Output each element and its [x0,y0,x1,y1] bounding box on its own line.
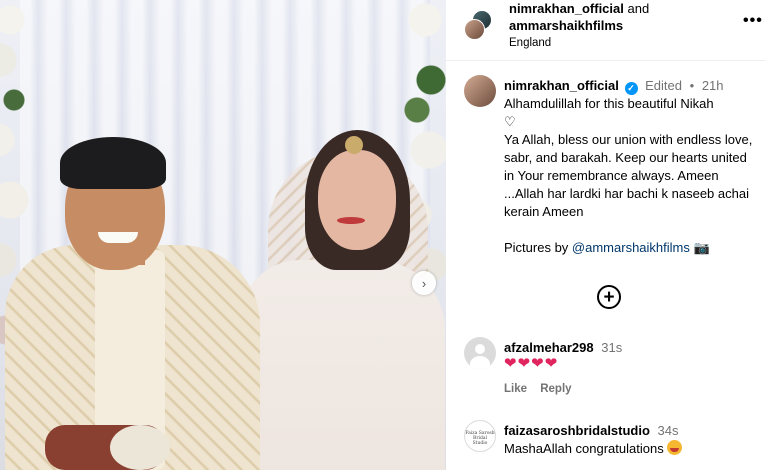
groom-hair [60,137,166,189]
caption-header: nimrakhan_official ✓ Edited • 21h [504,78,724,95]
post-header: nimrakhan_official and ammarshaikhfilms … [446,0,766,61]
comment-time[interactable]: 31s [601,340,622,355]
comment-text-content: MashaAllah congratulations [504,441,664,456]
avatar[interactable] [464,75,496,107]
heart-outline-icon: ♡ [504,114,516,129]
caption-line-1: Alhamdulillah for this beautiful Nikah [504,96,714,111]
comment-text: ❤❤❤❤ [504,355,559,372]
load-more-comments-button[interactable]: + [597,285,621,309]
caption-text: Alhamdulillah for this beautiful Nikah ♡… [504,95,760,257]
header-user-2[interactable]: ammarshaikhfilms [509,18,623,33]
bride-lips [337,217,365,224]
caption-body: Ya Allah, bless our union with endless l… [504,132,756,219]
post-side-panel: nimrakhan_official and ammarshaikhfilms … [446,0,766,470]
separator-dot: • [689,78,695,93]
flower-decor-bottom [110,425,170,470]
credits-prefix: Pictures by [504,240,572,255]
bride-tikka [345,136,363,154]
comment-time[interactable]: 34s [658,423,679,438]
verified-badge-icon: ✓ [624,82,638,95]
reply-button[interactable]: Reply [540,383,571,395]
bride-face [318,150,396,250]
header-joiner: and [627,1,650,16]
carousel-next-button[interactable]: › [412,271,436,295]
heart-eyes-emoji-icon [667,440,683,455]
plus-icon: + [603,286,615,308]
comment-text: MashaAllah congratulations [504,440,683,456]
bride-outfit [240,260,445,470]
more-options-icon[interactable]: ••• [743,12,763,30]
collab-avatars[interactable] [464,10,494,40]
camera-icon: 📷 [693,240,710,255]
credits-mention[interactable]: @ammarshaikhfilms [572,240,690,255]
header-line-1: nimrakhan_official and [509,1,649,16]
comment-actions: Like Reply [504,383,582,395]
comment-username[interactable]: afzalmehar298 [504,340,594,355]
comment-header: faizasaroshbridalstudio 34s [504,423,679,438]
comment-header: afzalmehar298 31s [504,340,622,355]
like-button[interactable]: Like [504,383,527,395]
caption-username[interactable]: nimrakhan_official [504,78,619,93]
header-user-1[interactable]: nimrakhan_official [509,1,624,16]
post-photo: › [0,0,446,470]
post-time[interactable]: 21h [702,78,724,93]
avatar[interactable]: Faiza Sarosh Bridal Studio [464,420,496,452]
edited-label: Edited [645,78,682,93]
avatar [464,19,485,40]
comment-username[interactable]: faizasaroshbridalstudio [504,423,650,438]
groom-smile [98,232,138,243]
avatar[interactable] [464,337,496,369]
chevron-right-icon: › [421,275,427,291]
location-link[interactable]: England [509,37,551,49]
